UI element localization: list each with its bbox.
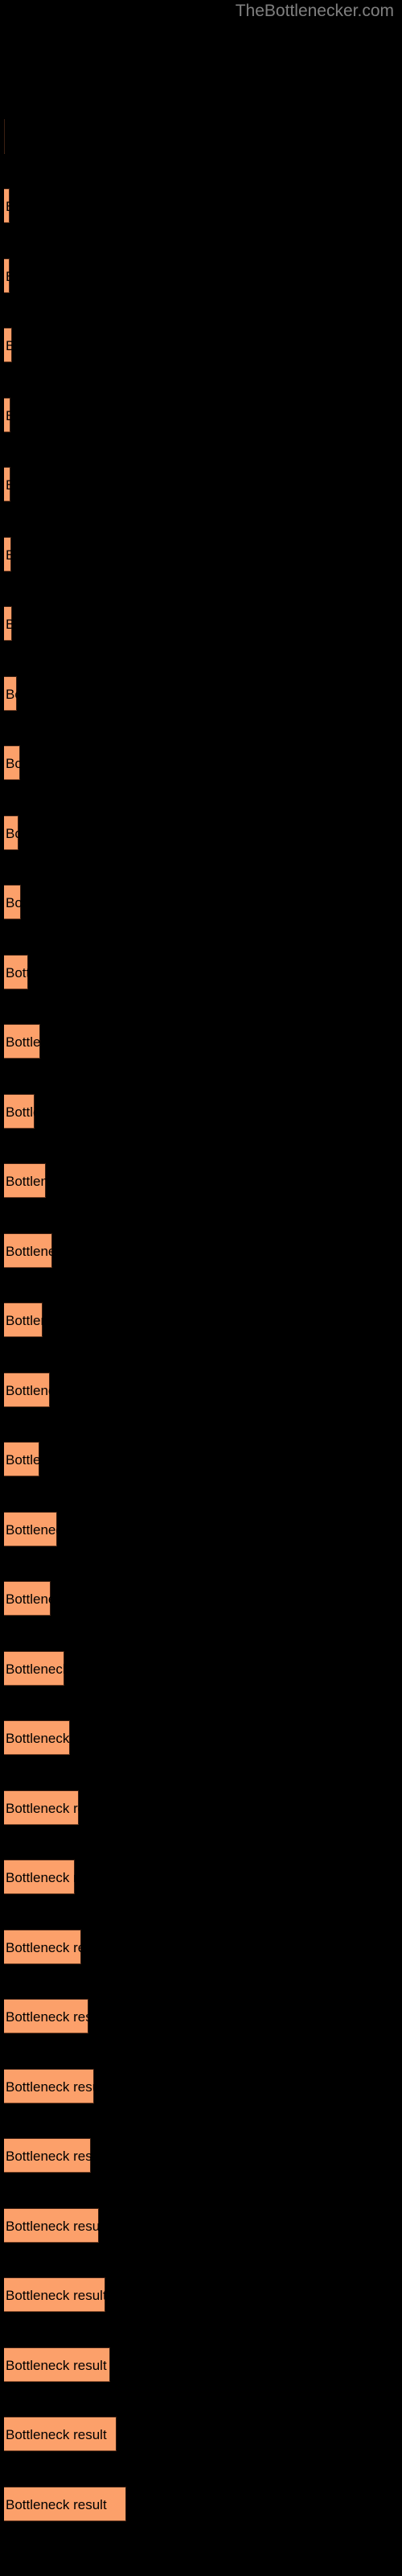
bar[interactable] bbox=[4, 1512, 57, 1546]
plot-area: Bottleneck resultBottleneck resultBottle… bbox=[0, 0, 402, 2576]
bar-chart-page: TheBottlenecker.com Bottleneck resultBot… bbox=[0, 0, 402, 2576]
bar[interactable] bbox=[4, 676, 17, 711]
bar[interactable] bbox=[4, 815, 18, 850]
bar[interactable] bbox=[4, 2347, 110, 2382]
bar[interactable] bbox=[4, 1860, 75, 1894]
bar[interactable] bbox=[4, 258, 10, 293]
bar[interactable] bbox=[4, 2138, 91, 2173]
bar[interactable] bbox=[4, 1999, 88, 2033]
bar[interactable] bbox=[4, 745, 20, 780]
bar[interactable] bbox=[4, 1163, 46, 1198]
bar[interactable] bbox=[4, 188, 10, 223]
bar[interactable] bbox=[4, 1233, 52, 1268]
bar[interactable] bbox=[4, 885, 21, 919]
bar[interactable] bbox=[4, 1024, 40, 1059]
bar[interactable] bbox=[4, 1302, 43, 1337]
bar[interactable] bbox=[4, 1373, 50, 1407]
bar[interactable] bbox=[4, 955, 28, 989]
bar[interactable] bbox=[4, 1930, 81, 1964]
bar[interactable] bbox=[4, 606, 12, 641]
bar[interactable] bbox=[4, 467, 10, 502]
bar[interactable] bbox=[4, 328, 12, 362]
bar[interactable] bbox=[4, 2208, 99, 2243]
bar[interactable] bbox=[4, 1094, 35, 1129]
bar[interactable] bbox=[4, 398, 10, 432]
bar[interactable] bbox=[4, 2069, 94, 2103]
bar[interactable] bbox=[4, 1720, 70, 1755]
bar[interactable] bbox=[4, 1442, 39, 1476]
bar[interactable] bbox=[4, 1790, 79, 1825]
bar[interactable] bbox=[4, 537, 11, 572]
bar[interactable] bbox=[4, 119, 5, 154]
bar[interactable] bbox=[4, 1651, 64, 1686]
bar[interactable] bbox=[4, 2487, 126, 2521]
bar[interactable] bbox=[4, 1581, 51, 1616]
bar[interactable] bbox=[4, 2417, 117, 2451]
bar[interactable] bbox=[4, 2277, 105, 2312]
